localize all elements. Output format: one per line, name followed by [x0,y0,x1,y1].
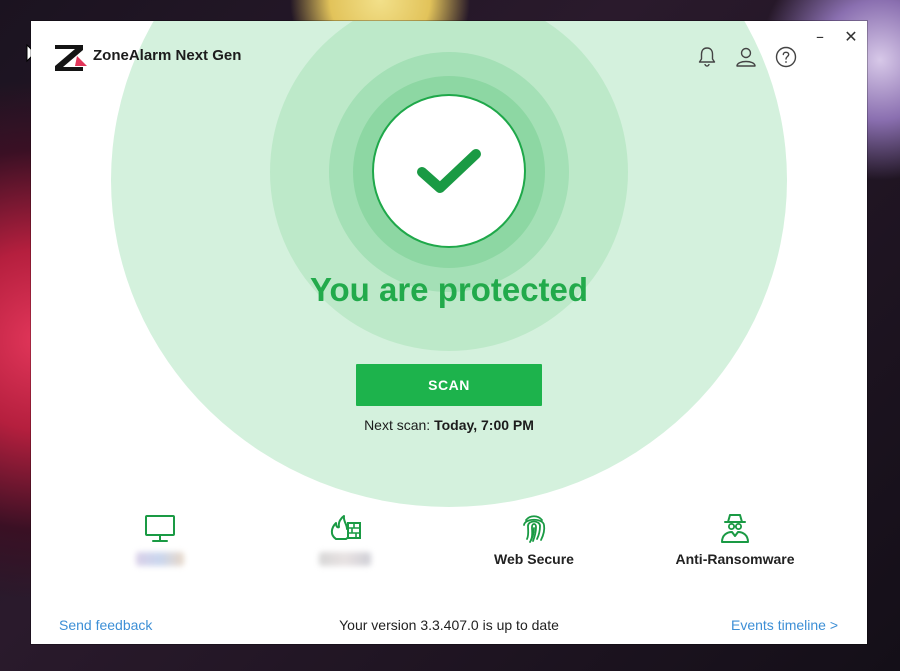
protection-status-title: You are protected [309,271,589,308]
bell-icon[interactable] [695,45,719,69]
zonealarm-logo-icon [55,45,87,71]
checkmark-icon [417,149,481,193]
user-icon[interactable] [734,45,758,69]
status-check-circle [372,94,526,248]
fingerprint-icon [523,515,546,543]
app-window: ZoneAlarm Next Gen – ✕ You are protected… [31,21,867,644]
close-button[interactable]: ✕ [840,25,862,47]
help-icon[interactable] [774,45,798,69]
feature-anti-ransomware[interactable]: Anti-Ransomware [635,511,835,569]
events-timeline-link[interactable]: Events timeline > [731,617,838,633]
feature-label-anti-ransomware: Anti-Ransomware [675,551,795,567]
feature-label-redacted [136,552,184,566]
next-scan-time: Today, 7:00 PM [434,417,534,433]
next-scan-label: Next scan: [364,417,435,433]
next-scan-info: Next scan: Today, 7:00 PM [31,417,867,433]
minimize-button[interactable]: – [809,25,831,47]
firewall-icon [330,515,361,540]
feature-label-redacted [319,552,371,566]
spy-agent-icon [721,514,749,543]
scan-button[interactable]: SCAN [356,364,542,406]
feature-web-secure[interactable]: Web Secure [434,511,634,569]
monitor-icon [145,515,175,542]
feature-firewall[interactable] [245,511,445,566]
app-title: ZoneAlarm Next Gen [93,47,242,64]
feature-antivirus[interactable] [60,511,260,566]
feature-label-web-secure: Web Secure [494,551,574,567]
